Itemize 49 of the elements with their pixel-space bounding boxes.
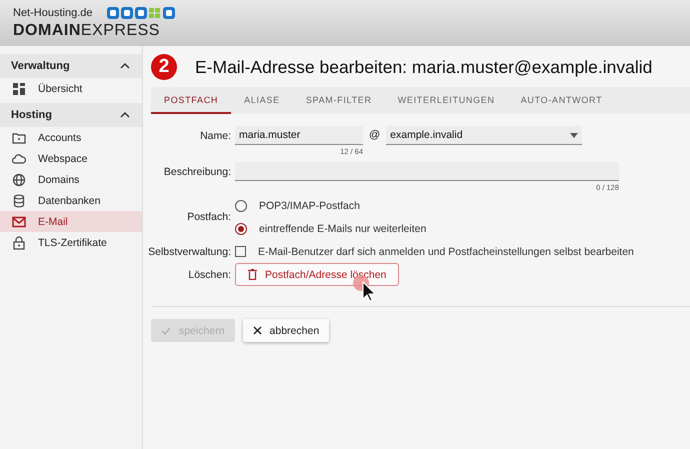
- chevron-up-icon[interactable]: [120, 112, 130, 118]
- sidebar-section-header[interactable]: Verwaltung: [0, 54, 142, 78]
- sidebar-item[interactable]: Datenbanken: [0, 190, 142, 211]
- domain-select[interactable]: example.invalid: [386, 126, 582, 145]
- trash-icon: [248, 269, 257, 280]
- field-label: Name:: [199, 130, 231, 142]
- tab[interactable]: POSTFACH: [151, 87, 232, 114]
- delete-button[interactable]: Postfach/Adresse löschen: [235, 263, 400, 286]
- checkbox-label: E-Mail-Benutzer darf sich anmelden und Postfacheinstellungen selbst bearbeiten: [258, 246, 634, 258]
- folder-icon: [12, 130, 26, 144]
- dashboard-icon: [12, 82, 26, 96]
- brand-tagline: Net-Housting.de: [13, 7, 92, 19]
- tab[interactable]: ALIASE: [231, 87, 293, 114]
- chevron-up-icon[interactable]: [120, 63, 130, 69]
- field-label: Selbstverwaltung:: [147, 246, 231, 258]
- brand-logo: DOMAINEXPRESS: [13, 22, 161, 40]
- tab[interactable]: SPAM-FILTER: [292, 87, 385, 114]
- logo-icon: [106, 7, 174, 19]
- sidebar-section-header[interactable]: Hosting: [0, 103, 142, 127]
- dropdown-icon: [570, 132, 578, 138]
- database-icon: [12, 194, 26, 208]
- step-badge: 2: [151, 54, 177, 80]
- field-label: Löschen:: [187, 268, 231, 280]
- name-field[interactable]: maria.muster: [235, 126, 363, 145]
- radio-label: eintreffende E-Mails nur weiterleiten: [259, 222, 426, 234]
- lock-icon: [12, 236, 26, 250]
- sidebar-item[interactable]: Domains: [0, 169, 142, 190]
- close-icon: [252, 326, 262, 335]
- field-label: Postfach:: [186, 211, 231, 223]
- description-field[interactable]: [235, 162, 619, 181]
- page-title: E-Mail-Adresse bearbeiten: maria.muster@example.invalid: [195, 56, 652, 78]
- sidebar-item[interactable]: E-Mail: [0, 211, 142, 232]
- sidebar-item[interactable]: Webspace: [0, 148, 142, 169]
- globe-icon: [12, 172, 26, 186]
- radio-label: POP3/IMAP-Postfach: [259, 200, 360, 212]
- sidebar-item[interactable]: Accounts: [0, 127, 142, 148]
- sidebar-item[interactable]: TLS-Zertifikate: [0, 232, 142, 253]
- tab[interactable]: WEITERLEITUNGEN: [384, 87, 508, 114]
- cloud-icon: [12, 152, 26, 166]
- radio-button[interactable]: [235, 200, 247, 212]
- sidebar-item[interactable]: Übersicht: [0, 78, 142, 99]
- radio-button[interactable]: [235, 222, 247, 234]
- checkbox[interactable]: [235, 246, 246, 257]
- tab[interactable]: AUTO-ANTWORT: [508, 87, 616, 114]
- cancel-button[interactable]: abbrechen: [242, 319, 330, 342]
- at-sign: @: [369, 129, 380, 141]
- check-icon: [161, 326, 171, 334]
- mail-icon: [12, 214, 26, 228]
- field-label: Beschreibung:: [162, 166, 231, 178]
